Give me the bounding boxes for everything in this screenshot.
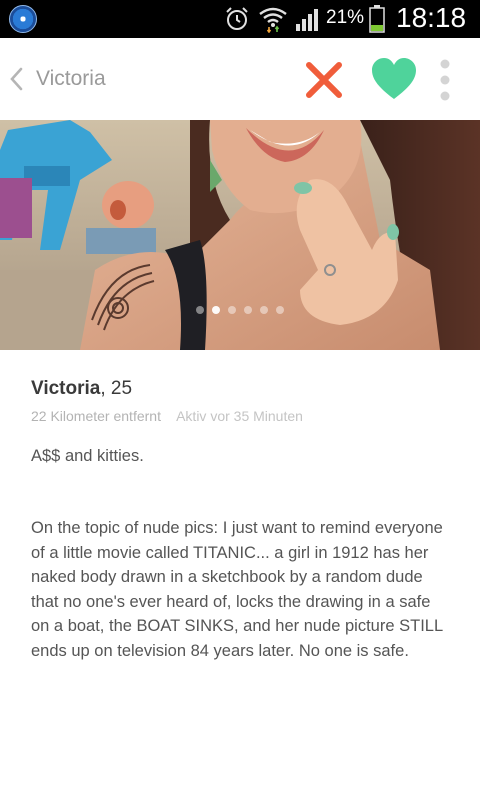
app-notification-icon <box>9 5 37 33</box>
pagination-dot[interactable] <box>196 306 204 314</box>
pagination-dot-active[interactable] <box>212 306 220 314</box>
like-button[interactable] <box>370 56 418 102</box>
wifi-icon <box>259 7 287 33</box>
pagination-dot[interactable] <box>228 306 236 314</box>
back-chevron-icon <box>10 67 23 91</box>
distance-text: 22 Kilometer entfernt <box>31 408 161 424</box>
battery-percent: 21% <box>326 7 365 28</box>
profile-header: Victoria <box>0 38 480 121</box>
profile-name: Victoria <box>31 378 101 399</box>
photo-pagination <box>0 306 480 314</box>
name-age-line: Victoria, 25 <box>31 376 451 402</box>
profile-photo[interactable] <box>0 120 480 350</box>
profile-photo-image <box>0 120 480 350</box>
signal-icon <box>296 9 318 31</box>
more-vertical-icon <box>440 59 450 101</box>
profile-meta: 22 Kilometer entfernt Aktiv vor 35 Minut… <box>31 406 451 426</box>
back-button[interactable]: Victoria <box>4 58 144 100</box>
alarm-icon <box>226 7 248 30</box>
pagination-dot[interactable] <box>260 306 268 314</box>
clock: 18:18 <box>396 2 467 33</box>
pagination-dot[interactable] <box>244 306 252 314</box>
bio-paragraph: A$$ and kitties. <box>31 447 144 465</box>
profile-info: Victoria, 25 22 Kilometer entfernt Aktiv… <box>31 376 451 426</box>
heart-icon <box>372 58 416 99</box>
battery-icon <box>369 5 385 33</box>
profile-age: , 25 <box>100 378 133 399</box>
bio-paragraph: On the topic of nude pics: I just want t… <box>31 519 443 660</box>
x-icon <box>306 62 342 98</box>
more-options-button[interactable] <box>433 58 457 102</box>
page-title: Victoria <box>36 67 106 90</box>
status-bar: 21% 18:18 <box>0 0 480 38</box>
pagination-dot[interactable] <box>276 306 284 314</box>
active-status-text: Aktiv vor 35 Minuten <box>176 408 303 424</box>
nope-button[interactable] <box>302 58 346 102</box>
